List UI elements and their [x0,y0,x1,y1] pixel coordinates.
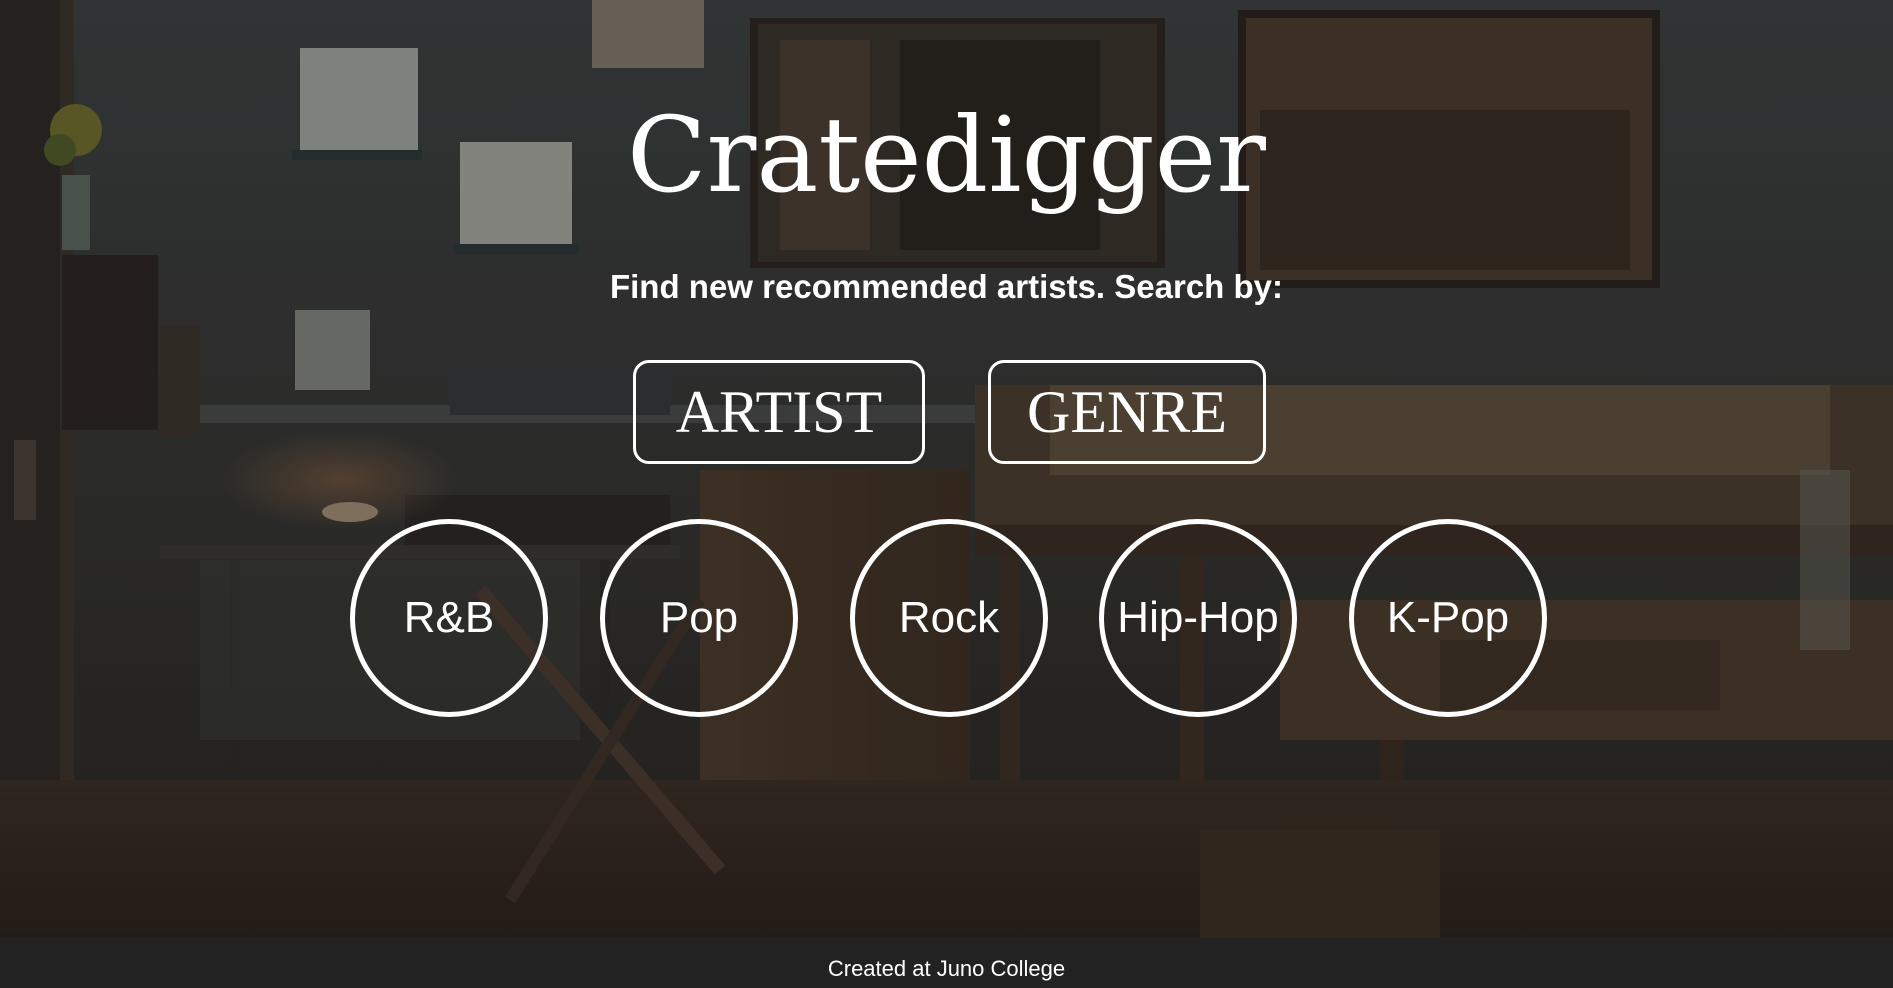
site-title: Cratedigger [627,94,1266,216]
search-by-genre-button[interactable]: GENRE [988,360,1266,464]
genre-rock-button[interactable]: Rock [850,519,1048,717]
genre-pop-button[interactable]: Pop [600,519,798,717]
genre-rnb-button[interactable]: R&B [350,519,548,717]
footer-credit: Created at Juno College [827,956,1066,981]
genre-k-pop-button[interactable]: K-Pop [1349,519,1547,717]
search-by-artist-button[interactable]: ARTIST [633,360,925,464]
genre-hip-hop-button[interactable]: Hip-Hop [1099,519,1297,717]
search-by-subtitle: Find new recommended artists. Search by: [609,268,1284,305]
hero-section: Cratedigger Find new recommended artists… [0,0,1893,938]
footer: Created at Juno College [0,938,1893,988]
page: Cratedigger Find new recommended artists… [0,0,1893,988]
genre-options: R&B Pop Rock Hip-Hop K-Pop [0,519,1893,719]
